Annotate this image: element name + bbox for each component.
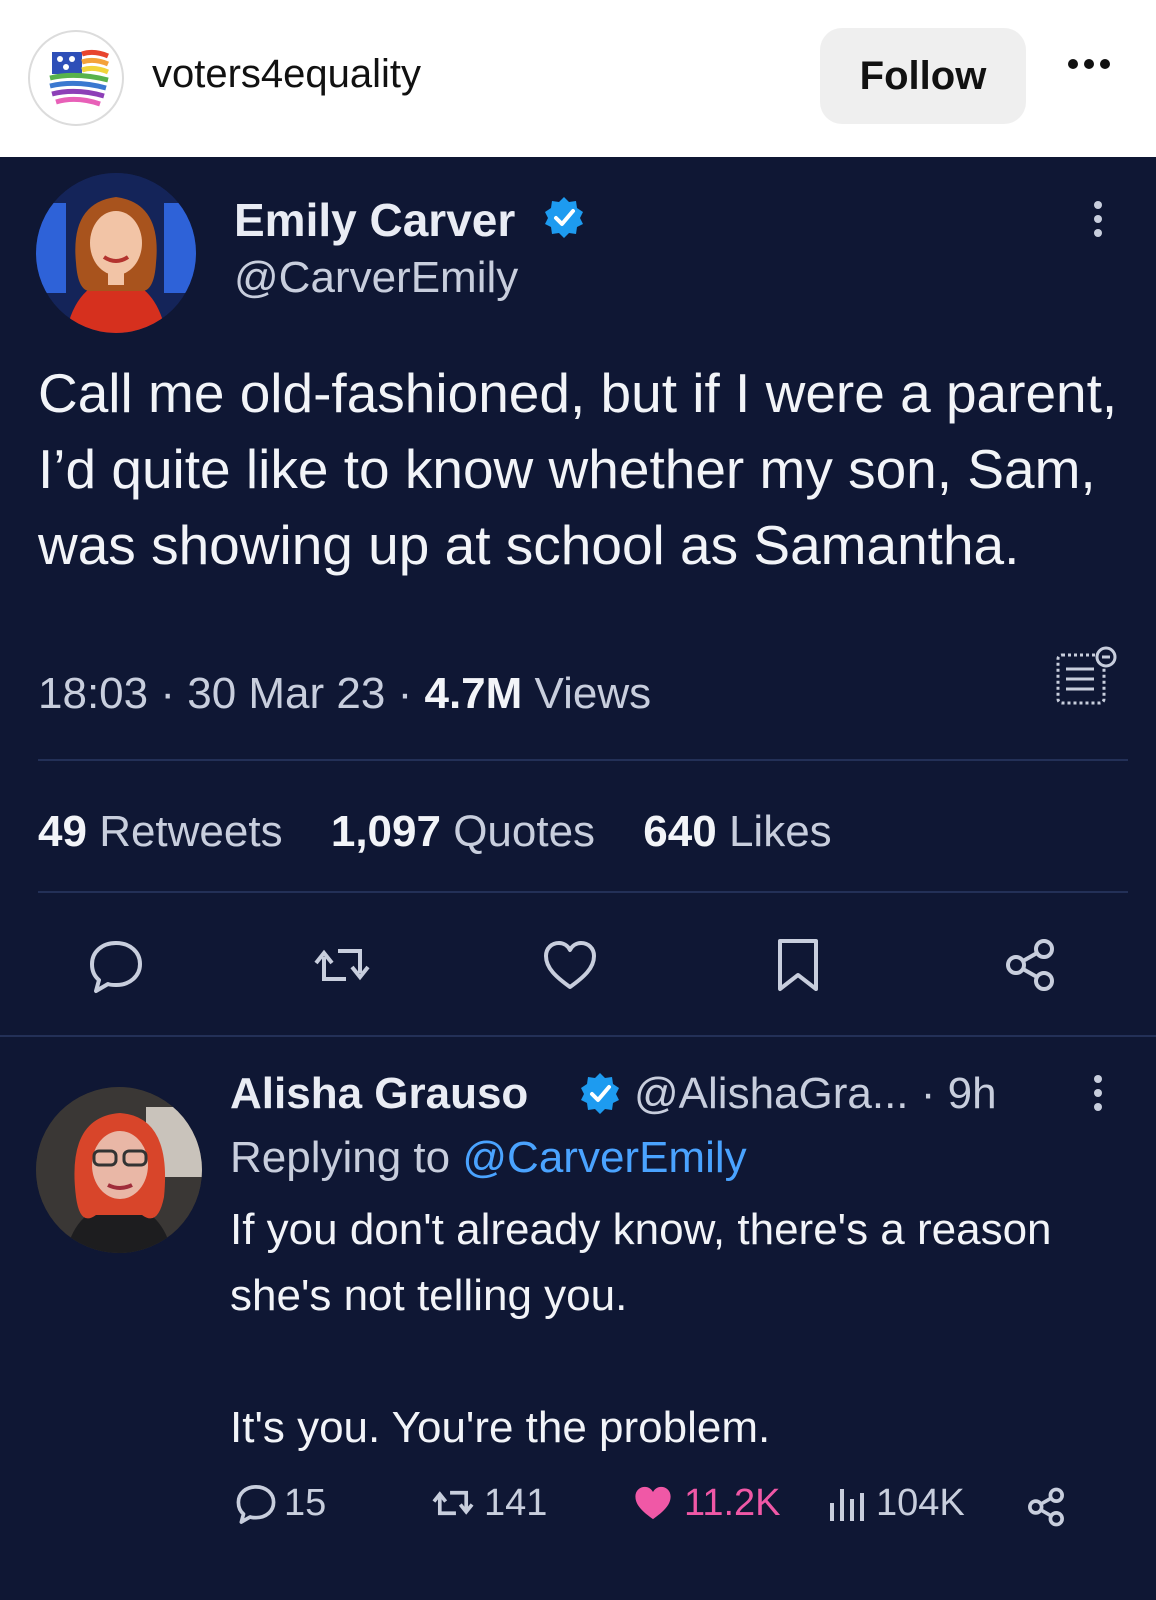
- views-count: 4.7M: [424, 669, 523, 718]
- author-avatar[interactable]: [36, 173, 196, 333]
- profile-photo: [36, 173, 196, 333]
- likes-stat[interactable]: 640 Likes: [643, 807, 831, 856]
- account-username[interactable]: voters4equality: [152, 52, 421, 97]
- equality-flag-logo: [49, 49, 109, 107]
- follow-button[interactable]: Follow: [820, 28, 1026, 124]
- tweet-text: Call me old-fashioned, but if I were a p…: [38, 362, 1118, 576]
- tweet-screenshot: Emily Carver @CarverEmily Call me old-fa…: [0, 157, 1156, 1600]
- reply-icon[interactable]: [86, 935, 146, 995]
- retweets-stat[interactable]: 49 Retweets: [38, 807, 283, 856]
- author-handle[interactable]: @CarverEmily: [234, 253, 518, 303]
- reply-likes[interactable]: 11.2K: [628, 1481, 780, 1525]
- analytics-icon[interactable]: [1054, 643, 1120, 709]
- reply-paragraph: It's you. You're the problem.: [230, 1403, 771, 1452]
- more-horizontal-icon[interactable]: [1068, 56, 1128, 96]
- reply-options-icon[interactable]: [1094, 1075, 1106, 1117]
- tweet-options-icon[interactable]: [1094, 201, 1106, 243]
- tweet-date: 30 Mar 23: [187, 669, 386, 718]
- tweet-stats: 49 Retweets 1,097 Quotes 640 Likes: [38, 807, 868, 857]
- reply-paragraph: If you don't already know, there's a rea…: [230, 1205, 1052, 1320]
- divider: [38, 759, 1128, 761]
- instagram-post-header: voters4equality Follow: [0, 0, 1156, 157]
- quotes-stat[interactable]: 1,097 Quotes: [331, 807, 595, 856]
- reply-replies[interactable]: 15: [234, 1481, 326, 1525]
- share-icon[interactable]: [1000, 935, 1060, 995]
- author-name[interactable]: Emily Carver: [234, 193, 515, 247]
- meta-separator: ·: [397, 669, 413, 718]
- profile-photo: [36, 1087, 202, 1253]
- reply-author-handle[interactable]: @AlishaGra... · 9h: [634, 1069, 997, 1119]
- tweet-time: 18:03: [38, 669, 149, 718]
- retweet-icon[interactable]: [312, 935, 372, 995]
- divider: [0, 1035, 1156, 1037]
- reply-author-name[interactable]: Alisha Grauso: [230, 1069, 528, 1119]
- like-heart-icon[interactable]: [540, 935, 600, 995]
- views-label: Views: [534, 669, 652, 718]
- share-icon[interactable]: [1024, 1485, 1068, 1529]
- verified-badge-icon: [545, 197, 583, 238]
- reply-views[interactable]: 104K: [826, 1481, 965, 1525]
- reply-icon: [236, 1485, 276, 1524]
- retweet-icon: [432, 1490, 474, 1516]
- views-chart-icon: [830, 1489, 864, 1521]
- reply-text: If you don't already know, there's a rea…: [230, 1197, 1110, 1461]
- verified-badge-icon: [581, 1073, 619, 1114]
- bookmark-icon[interactable]: [768, 935, 828, 995]
- liked-heart-icon: [635, 1486, 671, 1520]
- replying-to-link[interactable]: @CarverEmily: [462, 1133, 746, 1182]
- reply-age: · 9h: [920, 1069, 997, 1118]
- divider: [38, 891, 1128, 893]
- reply-retweets[interactable]: 141: [428, 1481, 547, 1525]
- replying-to: Replying to @CarverEmily: [230, 1133, 747, 1182]
- tweet-meta: 18:03 · 30 Mar 23 · 4.7M Views: [38, 669, 651, 719]
- reply-author-avatar[interactable]: [36, 1087, 202, 1253]
- account-avatar[interactable]: [28, 30, 124, 126]
- meta-separator: ·: [160, 669, 175, 718]
